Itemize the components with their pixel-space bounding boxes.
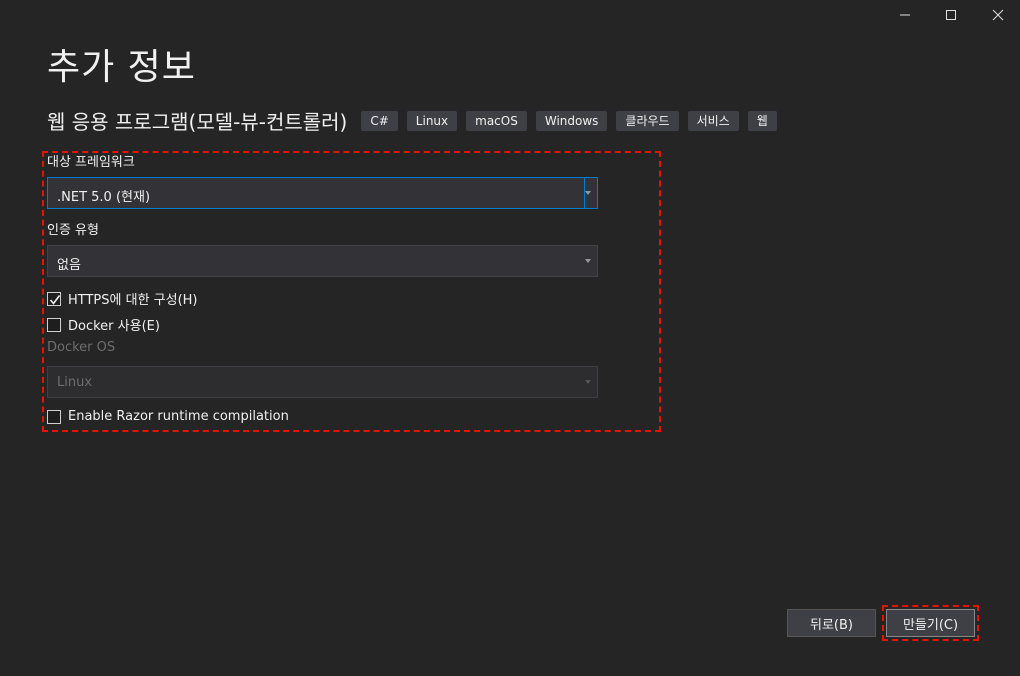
docker-os-select: Linux — [47, 366, 598, 398]
tag-cloud: 클라우드 — [616, 110, 679, 131]
razor-option[interactable]: Enable Razor runtime compilation — [47, 409, 289, 424]
create-button[interactable]: 만들기(C) — [886, 609, 975, 637]
auth-select[interactable]: 없음 — [47, 245, 598, 277]
https-option[interactable]: HTTPS에 대한 구성(H) — [47, 289, 198, 308]
chevron-down-icon — [585, 191, 591, 195]
auth-value: 없음 — [57, 258, 81, 273]
project-template-header: 웹 응용 프로그램(모델-뷰-컨트롤러) C# Linux macOS Wind… — [47, 106, 786, 135]
tag-web: 웹 — [747, 110, 777, 131]
checkmark-icon — [49, 294, 61, 305]
tag-windows: Windows — [535, 110, 608, 131]
framework-select[interactable]: .NET 5.0 (현재) — [47, 177, 598, 209]
tag-csharp: C# — [361, 110, 398, 131]
chevron-down-icon — [585, 380, 591, 384]
https-label: HTTPS에 대한 구성(H) — [68, 293, 198, 308]
maximize-icon — [946, 10, 956, 20]
maximize-button[interactable] — [928, 0, 974, 30]
tag-service: 서비스 — [687, 110, 739, 131]
page-title: 추가 정보 — [47, 47, 196, 88]
framework-label: 대상 프레임워크 — [47, 155, 135, 170]
razor-checkbox[interactable] — [47, 409, 61, 424]
docker-label: Docker 사용(E) — [68, 319, 160, 334]
docker-os-value: Linux — [57, 375, 93, 390]
close-button[interactable] — [975, 0, 1020, 30]
chevron-down-icon — [585, 259, 591, 263]
minimize-icon — [900, 14, 910, 16]
tag-macos: macOS — [466, 110, 527, 131]
docker-checkbox[interactable] — [47, 317, 61, 332]
minimize-button[interactable] — [882, 0, 928, 30]
auth-label: 인증 유형 — [47, 223, 99, 238]
project-template-name: 웹 응용 프로그램(모델-뷰-컨트롤러) — [47, 110, 348, 134]
razor-label: Enable Razor runtime compilation — [68, 409, 289, 424]
docker-option[interactable]: Docker 사용(E) — [47, 315, 160, 334]
docker-os-label: Docker OS — [47, 340, 116, 355]
https-checkbox[interactable] — [47, 291, 61, 306]
framework-value: .NET 5.0 (현재) — [57, 190, 151, 205]
tag-linux: Linux — [406, 110, 458, 131]
back-button[interactable]: 뒤로(B) — [787, 609, 876, 637]
close-icon — [992, 9, 1004, 21]
